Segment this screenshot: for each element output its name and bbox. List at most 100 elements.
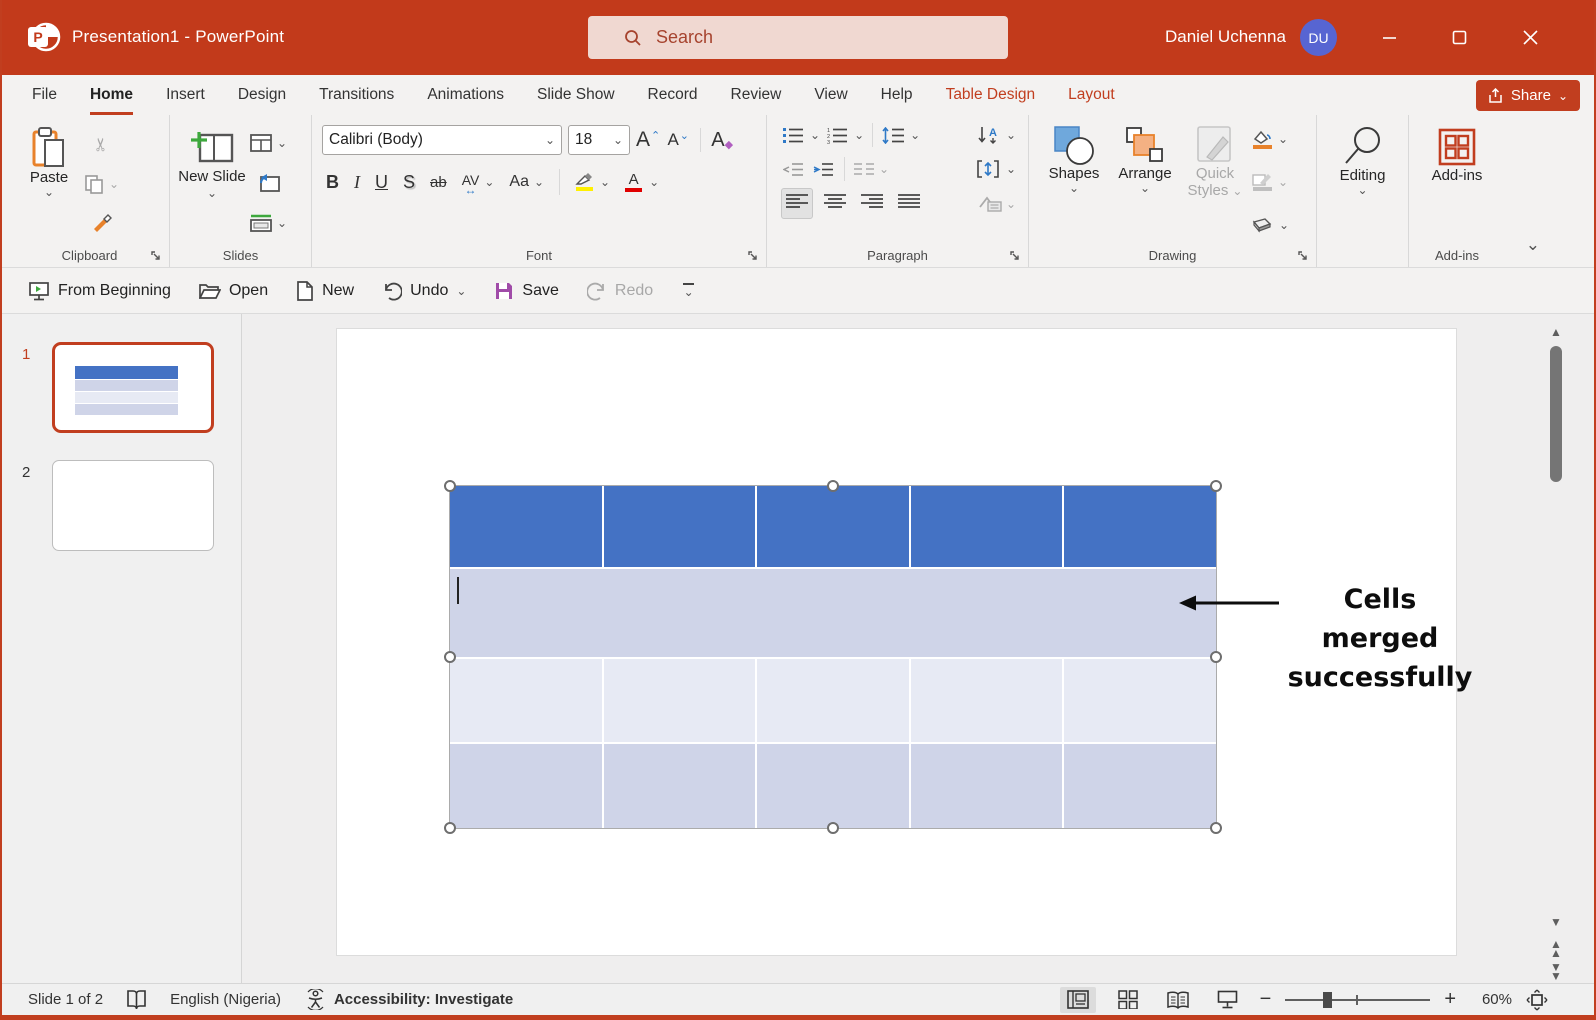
- reading-view-button[interactable]: [1160, 987, 1196, 1013]
- tab-record[interactable]: Record: [648, 75, 698, 115]
- font-name-select[interactable]: Calibri (Body) ⌄: [322, 125, 562, 155]
- zoom-in-button[interactable]: +: [1444, 988, 1456, 1011]
- arrange-button[interactable]: Arrange ⌄: [1111, 125, 1179, 243]
- slide-sorter-view-button[interactable]: [1110, 987, 1146, 1013]
- decrease-font-size-button[interactable]: A ⌄: [666, 128, 690, 152]
- tab-table-design[interactable]: Table Design: [946, 75, 1036, 115]
- next-slide-button[interactable]: ▼ ▼: [1543, 961, 1569, 982]
- new-button[interactable]: New: [296, 280, 354, 301]
- strikethrough-button[interactable]: ab: [430, 174, 447, 191]
- table-cell[interactable]: [1064, 744, 1216, 828]
- resize-handle[interactable]: [444, 651, 456, 663]
- maximize-button[interactable]: [1436, 0, 1482, 75]
- resize-handle[interactable]: [1210, 822, 1222, 834]
- bold-button[interactable]: B: [326, 172, 339, 193]
- open-button[interactable]: Open: [198, 282, 268, 300]
- align-text-button[interactable]: [976, 157, 1000, 181]
- columns-button[interactable]: ⌄: [854, 157, 889, 181]
- tab-animations[interactable]: Animations: [427, 75, 504, 115]
- search-input[interactable]: Search: [588, 16, 1008, 59]
- zoom-out-button[interactable]: −: [1260, 988, 1272, 1011]
- shape-fill-button[interactable]: ⌄: [1251, 127, 1289, 151]
- table-cell[interactable]: [757, 486, 909, 567]
- table-cell[interactable]: [1064, 659, 1216, 742]
- resize-handle[interactable]: [827, 822, 839, 834]
- previous-slide-button[interactable]: ▲ ▲: [1543, 938, 1569, 959]
- chevron-down-icon[interactable]: ⌄: [854, 129, 864, 141]
- resize-handle[interactable]: [1210, 480, 1222, 492]
- table-cell[interactable]: [910, 744, 1063, 828]
- format-painter-button[interactable]: [84, 211, 119, 235]
- decrease-indent-button[interactable]: [781, 157, 805, 181]
- quick-styles-button[interactable]: Quick Styles ⌄: [1183, 125, 1247, 243]
- table-cell[interactable]: [603, 659, 756, 742]
- font-size-select[interactable]: 18 ⌄: [568, 125, 630, 155]
- table-cell[interactable]: [450, 486, 602, 567]
- drawing-dialog-launcher-icon[interactable]: [1298, 251, 1309, 262]
- table-cell[interactable]: [910, 486, 1063, 567]
- spellcheck-icon[interactable]: [127, 989, 146, 1010]
- change-case-button[interactable]: Aa: [509, 173, 529, 191]
- scroll-down-icon[interactable]: ▼: [1543, 916, 1569, 928]
- share-button[interactable]: Share ⌄: [1475, 80, 1580, 111]
- chevron-down-icon[interactable]: ⌄: [534, 176, 544, 188]
- zoom-slider-thumb[interactable]: [1323, 991, 1333, 1008]
- scroll-up-icon[interactable]: ▲: [1543, 326, 1569, 338]
- shapes-button[interactable]: Shapes ⌄: [1041, 125, 1107, 243]
- increase-font-size-button[interactable]: A ⌃: [636, 128, 660, 152]
- chevron-down-icon[interactable]: ⌄: [484, 176, 494, 188]
- font-dialog-launcher-icon[interactable]: [748, 251, 759, 262]
- tab-review[interactable]: Review: [731, 75, 782, 115]
- new-slide-button[interactable]: New Slide ⌄: [174, 121, 250, 243]
- tab-home[interactable]: Home: [89, 75, 134, 115]
- resize-handle[interactable]: [827, 480, 839, 492]
- toolbar-overflow-icon[interactable]: ⌄: [681, 283, 696, 298]
- chevron-down-icon[interactable]: ⌄: [1006, 129, 1016, 141]
- chevron-down-icon[interactable]: ⌄: [1006, 163, 1016, 175]
- tab-file[interactable]: File: [32, 75, 57, 115]
- underline-button[interactable]: U: [375, 172, 388, 193]
- tab-insert[interactable]: Insert: [166, 75, 205, 115]
- text-direction-button[interactable]: A: [977, 123, 1001, 147]
- section-button[interactable]: ⌄: [250, 211, 287, 235]
- reset-slide-button[interactable]: [250, 171, 287, 195]
- scrollbar-thumb[interactable]: [1550, 346, 1562, 482]
- avatar[interactable]: DU: [1300, 19, 1337, 56]
- align-right-button[interactable]: [857, 189, 887, 218]
- slide-indicator[interactable]: Slide 1 of 2: [28, 991, 103, 1008]
- collapse-ribbon-icon[interactable]: ⌄: [1526, 235, 1540, 255]
- font-color-button[interactable]: A: [625, 172, 643, 192]
- bullets-button[interactable]: [781, 123, 805, 147]
- text-shadow-button[interactable]: S: [403, 172, 415, 193]
- chevron-down-icon[interactable]: ⌄: [649, 176, 659, 188]
- slide-1-thumbnail[interactable]: [52, 342, 214, 433]
- convert-to-smartart-button[interactable]: ⌄: [978, 192, 1016, 216]
- table-cell[interactable]: [757, 659, 909, 742]
- shape-outline-button[interactable]: ⌄: [1251, 170, 1289, 194]
- slideshow-view-button[interactable]: [1210, 987, 1246, 1013]
- redo-button[interactable]: Redo: [586, 281, 653, 301]
- numbering-button[interactable]: 1 2 3: [825, 123, 849, 147]
- table-cell[interactable]: [450, 744, 602, 828]
- tab-slide-show[interactable]: Slide Show: [537, 75, 615, 115]
- fit-slide-to-window-icon[interactable]: [1526, 989, 1548, 1011]
- tab-view[interactable]: View: [814, 75, 847, 115]
- merged-cell[interactable]: [450, 569, 1216, 657]
- undo-button[interactable]: Undo ⌄: [382, 281, 466, 301]
- save-button[interactable]: Save: [494, 281, 559, 301]
- copy-button[interactable]: ⌄: [84, 172, 119, 196]
- resize-handle[interactable]: [444, 480, 456, 492]
- tab-help[interactable]: Help: [881, 75, 913, 115]
- paragraph-dialog-launcher-icon[interactable]: [1010, 251, 1021, 262]
- text-highlight-color-button[interactable]: [575, 173, 593, 191]
- clear-formatting-button[interactable]: A ◆: [700, 128, 733, 152]
- tab-design[interactable]: Design: [238, 75, 286, 115]
- italic-button[interactable]: I: [354, 172, 360, 193]
- accessibility-status[interactable]: Accessibility: Investigate: [334, 991, 513, 1008]
- chevron-down-icon[interactable]: ⌄: [910, 129, 920, 141]
- language-indicator[interactable]: English (Nigeria): [170, 991, 281, 1008]
- table-cell[interactable]: [450, 659, 602, 742]
- table-cell[interactable]: [603, 486, 756, 567]
- table-cell[interactable]: [603, 744, 756, 828]
- slide-layout-button[interactable]: ⌄: [250, 131, 287, 155]
